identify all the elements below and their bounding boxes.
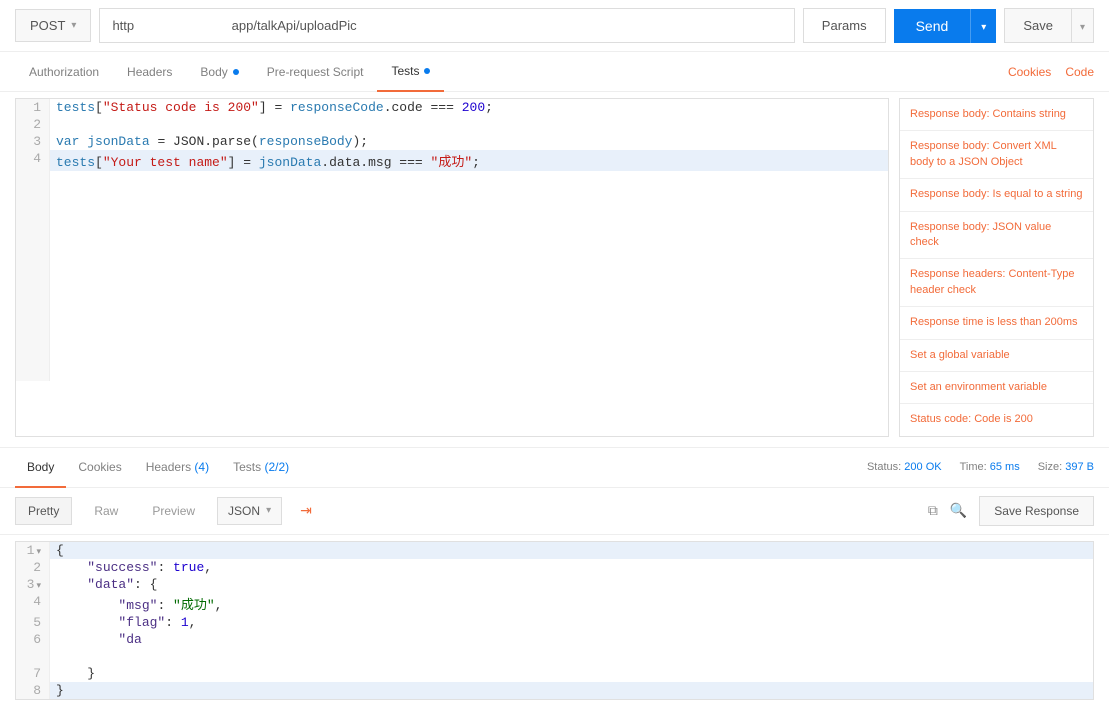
response-tabs: Body Cookies Headers (4) Tests (2/2) Sta… — [0, 447, 1109, 488]
http-method-label: POST — [30, 18, 65, 33]
preview-button[interactable]: Preview — [140, 498, 207, 524]
http-method-select[interactable]: POST ▾ — [15, 9, 91, 42]
send-group: Send ▾ — [894, 9, 997, 43]
size-meta: Size: 397 B — [1038, 461, 1094, 473]
code-link[interactable]: Code — [1065, 65, 1094, 79]
chevron-down-icon: ▾ — [1080, 22, 1085, 33]
url-hidden — [134, 18, 232, 33]
request-tabs: Authorization Headers Body Pre-request S… — [0, 52, 1109, 92]
url-suffix: app/talkApi/uploadPic — [232, 18, 357, 33]
save-response-button[interactable]: Save Response — [979, 496, 1094, 526]
cookies-link[interactable]: Cookies — [1008, 65, 1051, 79]
snippet-item[interactable]: Response body: Is equal to a string — [900, 179, 1093, 211]
request-top-bar: POST ▾ http app/talkApi/uploadPic Params… — [0, 0, 1109, 52]
save-dropdown[interactable]: ▾ — [1072, 8, 1094, 43]
chevron-down-icon: ▾ — [266, 505, 271, 516]
snippet-item[interactable]: Response headers: Content-Type header ch… — [900, 259, 1093, 307]
response-toolbar: Pretty Raw Preview JSON ▾ ⇥ ⧉ 🔍 Save Res… — [0, 488, 1109, 535]
url-prefix: http — [112, 18, 134, 33]
snippet-item[interactable]: Set a global variable — [900, 340, 1093, 372]
search-icon[interactable]: 🔍 — [950, 502, 967, 519]
chevron-down-icon: ▾ — [981, 22, 986, 33]
copy-icon[interactable]: ⧉ — [928, 502, 938, 519]
send-button[interactable]: Send — [894, 9, 971, 43]
tests-code-editor[interactable]: 1tests["Status code is 200"] = responseC… — [15, 98, 889, 437]
pretty-button[interactable]: Pretty — [15, 497, 72, 525]
save-button[interactable]: Save — [1004, 8, 1072, 43]
wrap-lines-icon[interactable]: ⇥ — [292, 496, 320, 525]
tab-headers[interactable]: Headers — [113, 53, 186, 91]
resp-tab-cookies[interactable]: Cookies — [66, 448, 133, 486]
tab-authorization[interactable]: Authorization — [15, 53, 113, 91]
snippet-item[interactable]: Status code: Code is 200 — [900, 404, 1093, 435]
modified-dot-icon — [424, 68, 430, 74]
modified-dot-icon — [233, 69, 239, 75]
chevron-down-icon: ▾ — [71, 20, 76, 31]
tests-editor-row: 1tests["Status code is 200"] = responseC… — [0, 92, 1109, 447]
url-input[interactable]: http app/talkApi/uploadPic — [99, 8, 794, 43]
time-meta: Time: 65 ms — [960, 461, 1020, 473]
save-group: Save ▾ — [1004, 8, 1094, 43]
format-select[interactable]: JSON ▾ — [217, 497, 282, 525]
params-button[interactable]: Params — [803, 8, 886, 43]
snippet-item[interactable]: Response body: Contains string — [900, 99, 1093, 131]
status-meta: Status: 200 OK — [867, 461, 942, 473]
snippet-item[interactable]: Response body: Convert XML body to a JSO… — [900, 131, 1093, 179]
response-meta: Status: 200 OK Time: 65 ms Size: 397 B — [867, 461, 1094, 473]
response-body-editor[interactable]: 1▾{ 2 "success": true, 3▾ "data": { 4 "m… — [15, 541, 1094, 700]
resp-tab-headers[interactable]: Headers (4) — [134, 448, 221, 486]
response-toolbar-right: ⧉ 🔍 Save Response — [928, 496, 1094, 526]
request-right-links: Cookies Code — [1008, 65, 1094, 79]
tab-body[interactable]: Body — [186, 53, 252, 91]
send-dropdown[interactable]: ▾ — [970, 9, 996, 43]
resp-tab-tests[interactable]: Tests (2/2) — [221, 448, 301, 486]
snippet-item[interactable]: Response time is less than 200ms — [900, 307, 1093, 339]
tab-tests[interactable]: Tests — [377, 52, 444, 92]
tab-prerequest[interactable]: Pre-request Script — [253, 53, 378, 91]
raw-button[interactable]: Raw — [82, 498, 130, 524]
snippet-item[interactable]: Response body: JSON value check — [900, 212, 1093, 260]
resp-tab-body[interactable]: Body — [15, 448, 66, 488]
snippet-item[interactable]: Set an environment variable — [900, 372, 1093, 404]
snippets-panel: Response body: Contains string Response … — [899, 98, 1094, 437]
